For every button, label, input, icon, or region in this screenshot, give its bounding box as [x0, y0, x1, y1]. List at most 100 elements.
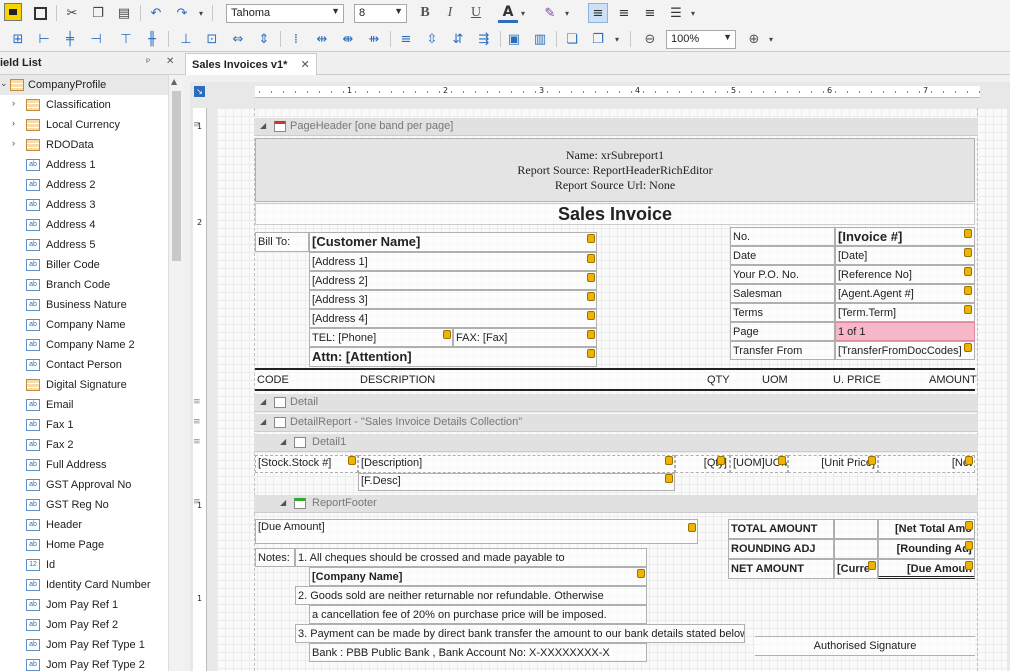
- field-list-item[interactable]: 12 Id: [0, 555, 168, 575]
- band-detail[interactable]: ◢ Detail: [254, 394, 978, 412]
- field-list-item[interactable]: ab Fax 2: [0, 435, 168, 455]
- align-bottoms-icon[interactable]: ⊥: [176, 29, 196, 49]
- zoom-dropdown-icon[interactable]: ▾: [766, 29, 776, 49]
- fax-field[interactable]: FAX: [Fax]: [453, 328, 597, 347]
- hspace-decrease-icon[interactable]: ⇼: [338, 29, 358, 49]
- save-all-icon[interactable]: [30, 3, 50, 23]
- expand-icon[interactable]: ›: [12, 138, 15, 148]
- field-list-item[interactable]: › RDOData: [0, 135, 168, 155]
- note-1[interactable]: 1. All cheques should be crossed and mad…: [295, 548, 647, 567]
- align-middles-icon[interactable]: ╫: [142, 29, 162, 49]
- highlight-dropdown-icon[interactable]: ▾: [562, 3, 572, 23]
- column-header-row[interactable]: CODE DESCRIPTION QTY UOM U. PRICE AMOUNT: [255, 368, 977, 391]
- band-grip-icon[interactable]: ≡: [193, 397, 205, 407]
- info-value[interactable]: [Term.Term]: [835, 303, 975, 322]
- zoom-out-icon[interactable]: ⊖: [640, 29, 660, 49]
- collapse-icon[interactable]: ⌄: [0, 78, 8, 89]
- field-list-item[interactable]: ab Address 5: [0, 235, 168, 255]
- field-list-item[interactable]: ab GST Reg No: [0, 495, 168, 515]
- band-detail1[interactable]: ◢ Detail1: [254, 434, 978, 452]
- scroll-up-icon[interactable]: ▲: [171, 77, 177, 86]
- net-amount-field[interactable]: [Due Amoun: [878, 559, 975, 579]
- align-to-grid-icon[interactable]: ⊞: [8, 29, 28, 49]
- phone-field[interactable]: TEL: [Phone]: [309, 328, 453, 347]
- align-right-icon[interactable]: ≡: [640, 3, 660, 23]
- make-same-height-icon[interactable]: ⇕: [254, 29, 274, 49]
- vspace-decrease-icon[interactable]: ⇵: [448, 29, 468, 49]
- info-value[interactable]: [Agent.Agent #]: [835, 284, 975, 303]
- cut-icon[interactable]: ✂: [62, 3, 82, 23]
- field-list-item[interactable]: ab Contact Person: [0, 355, 168, 375]
- field-list-item[interactable]: ab Address 3: [0, 195, 168, 215]
- expand-icon[interactable]: ›: [12, 118, 15, 128]
- font-family-combo[interactable]: Tahoma ▼: [226, 4, 344, 23]
- info-label[interactable]: Your P.O. No.: [730, 265, 835, 284]
- field-list-item[interactable]: Digital Signature: [0, 375, 168, 395]
- field-list-item[interactable]: ab Company Name 2: [0, 335, 168, 355]
- underline-button[interactable]: U: [466, 3, 486, 23]
- field-list-item[interactable]: ab Biller Code: [0, 255, 168, 275]
- note-2-continued[interactable]: a cancellation fee of 20% on purchase pr…: [309, 605, 647, 624]
- band-grip-icon[interactable]: ≡: [193, 417, 205, 427]
- field-list-item[interactable]: ab Branch Code: [0, 275, 168, 295]
- zoom-combo[interactable]: 100% ▼: [666, 30, 736, 49]
- info-value[interactable]: [TransferFromDocCodes]: [835, 341, 975, 360]
- italic-button[interactable]: I: [440, 3, 460, 23]
- align-left-icon[interactable]: ≡: [588, 3, 608, 23]
- info-label[interactable]: Date: [730, 246, 835, 265]
- field-list-item[interactable]: ab Jom Pay Ref Type 2: [0, 655, 168, 671]
- address-1-field[interactable]: [Address 1]: [309, 252, 597, 271]
- tab-close-icon[interactable]: ✕: [300, 59, 309, 71]
- tab-sales-invoices[interactable]: Sales Invoices v1* ✕: [185, 53, 317, 75]
- field-list-item[interactable]: › Classification: [0, 95, 168, 115]
- address-3-field[interactable]: [Address 3]: [309, 290, 597, 309]
- info-value[interactable]: [Reference No]: [835, 265, 975, 284]
- field-list-item[interactable]: ab Address 4: [0, 215, 168, 235]
- scroll-thumb[interactable]: [172, 91, 181, 261]
- f-desc-field[interactable]: [F.Desc]: [358, 473, 675, 491]
- address-4-field[interactable]: [Address 4]: [309, 309, 597, 328]
- field-list-item[interactable]: ab Jom Pay Ref Type 1: [0, 635, 168, 655]
- notes-label[interactable]: Notes:: [255, 548, 295, 567]
- address-2-field[interactable]: [Address 2]: [309, 271, 597, 290]
- align-tops-icon[interactable]: ⊤: [116, 29, 136, 49]
- make-same-width-icon[interactable]: ⇔: [228, 29, 248, 49]
- justify-dropdown-icon[interactable]: ▾: [688, 3, 698, 23]
- paste-icon[interactable]: ▤: [114, 3, 134, 23]
- field-list-item[interactable]: ab Address 2: [0, 175, 168, 195]
- align-rights-icon[interactable]: ⊣: [86, 29, 106, 49]
- expand-icon[interactable]: ›: [12, 98, 15, 108]
- due-amount-field[interactable]: [Due Amount]: [255, 519, 698, 544]
- field-list-item[interactable]: ab Full Address: [0, 455, 168, 475]
- font-color-dropdown-icon[interactable]: ▾: [518, 3, 528, 23]
- size-to-grid-icon[interactable]: ⊡: [202, 29, 222, 49]
- note-3[interactable]: 3. Payment can be made by direct bank tr…: [295, 624, 745, 643]
- total-currency-field[interactable]: [834, 519, 878, 539]
- band-grip-icon[interactable]: ≡: [193, 497, 205, 507]
- center-horizontally-icon[interactable]: ▣: [504, 29, 524, 49]
- info-label[interactable]: Page: [730, 322, 835, 341]
- align-center-icon[interactable]: ≡: [614, 3, 634, 23]
- send-to-back-icon[interactable]: ❐: [588, 29, 608, 49]
- rounding-adj-field[interactable]: [Rounding Adj: [878, 539, 975, 559]
- note-2[interactable]: 2. Goods sold are neither returnable nor…: [295, 586, 647, 605]
- field-list-item[interactable]: ab Company Name: [0, 315, 168, 335]
- bring-to-front-icon[interactable]: ❏: [562, 29, 582, 49]
- collapse-band-icon[interactable]: ◢: [260, 121, 266, 130]
- tree-root-item[interactable]: ⌄ CompanyProfile: [0, 75, 168, 95]
- vspace-equal-icon[interactable]: ≡: [396, 29, 416, 49]
- field-list-item[interactable]: › Local Currency: [0, 115, 168, 135]
- align-lefts-icon[interactable]: ⊢: [34, 29, 54, 49]
- net-amount-label[interactable]: NET AMOUNT: [728, 559, 834, 579]
- report-title[interactable]: Sales Invoice: [255, 203, 975, 225]
- rounding-adj-label[interactable]: ROUNDING ADJ: [728, 539, 834, 559]
- collapse-band-icon[interactable]: ◢: [280, 498, 286, 507]
- field-list-item[interactable]: ab Home Page: [0, 535, 168, 555]
- hspace-equal-icon[interactable]: ⁞: [286, 29, 306, 49]
- ruler-corner-icon[interactable]: ↘: [194, 86, 205, 97]
- attention-field[interactable]: Attn: [Attention]: [309, 347, 597, 367]
- net-total-field[interactable]: [Net Total Amo: [878, 519, 975, 539]
- info-label[interactable]: Terms: [730, 303, 835, 322]
- band-grip-icon[interactable]: ≡: [193, 120, 205, 130]
- field-list-item[interactable]: ab Fax 1: [0, 415, 168, 435]
